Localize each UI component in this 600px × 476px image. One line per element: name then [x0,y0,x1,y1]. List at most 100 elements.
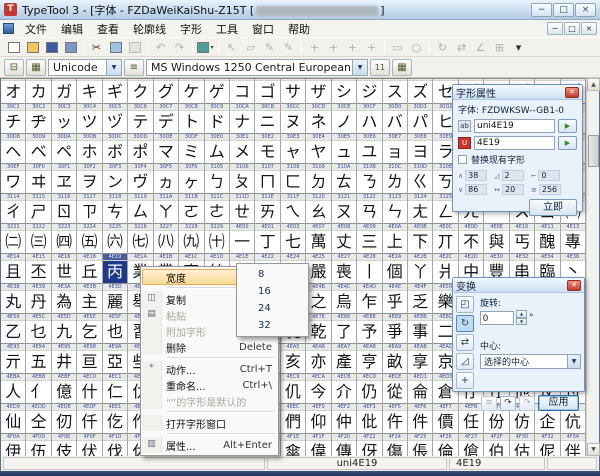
glyph-cell-3123[interactable]: 3123ㄣ [383,193,408,223]
glyph-cell-4EA5[interactable]: 4EA5亥 [281,343,306,373]
glyph-cell-4ECB[interactable]: 4ECB介 [332,373,357,403]
glyph-cell-30AD[interactable]: 30ADキ [77,78,102,103]
glyph-cell-4F30[interactable]: 4F30估 [510,433,535,456]
flip-tool-button[interactable]: ⇄ [452,39,471,56]
glyph-cell-30B0[interactable]: 30B0グ [154,78,179,103]
glyph-cell-4EA8[interactable]: 4EA8亨 [357,343,382,373]
menu-item-2[interactable]: 查看 [90,20,126,38]
glyph-cell-3227[interactable]: 3227㈧ [154,223,179,253]
glyph-cell-4EBA[interactable]: 4EBA人 [1,373,26,403]
glyph-cell-311C[interactable]: 311Cㄜ [205,193,230,223]
glyph-cell-4F34[interactable]: 4F34伴 [561,433,586,456]
glyph-cell-4EA9[interactable]: 4EA9畝 [383,343,408,373]
glyph-cell-3226[interactable]: 3226㈦ [128,223,153,253]
glyph-cell-4EC0[interactable]: 4EC0什 [77,373,102,403]
glyph-cell-4E28[interactable]: 4E28丨 [357,253,382,283]
glyph-cell-4E2B[interactable]: 4E2B丫 [408,253,433,283]
glyph-cell-4EF3[interactable]: 4EF3仳 [357,403,382,433]
glyph-cell-4EA6[interactable]: 4EA6亦 [306,343,331,373]
flip-tool-button[interactable]: ⇄ [456,334,474,351]
glyph-cell-4E03[interactable]: 4E03七 [281,223,306,253]
index-mode-button[interactable]: ≡ [124,59,144,76]
glyph-cell-4E0B[interactable]: 4E0B下 [408,223,433,253]
rectangle-tool-button[interactable]: ▭ [388,39,407,56]
glyph-cell-4F0F[interactable]: 4F0F伏 [77,433,102,456]
glyph-cell-30B6[interactable]: 30B6ザ [306,78,331,103]
move-tool-button[interactable]: + [456,372,474,389]
glyph-cell-30F4[interactable]: 30F4ヴ [128,163,153,193]
codepage-select[interactable]: MS Windows 1250 Central European ▼ [146,59,368,76]
glyph-cell-3222[interactable]: 3222㈢ [26,223,51,253]
edit-tool-button[interactable]: ↖ [222,39,241,56]
glyph-cell-4F27[interactable]: 4F27傖 [459,433,484,456]
apply-transform-button[interactable]: 应用 [538,395,579,411]
context-menu-item-delete[interactable]: 删除Delete [142,339,277,355]
glyph-cell-4EDF[interactable]: 4EDF仟 [77,403,102,433]
glyph-cell-30AF[interactable]: 30AFク [128,78,153,103]
glyph-cell-4E19[interactable]: 4E19丙 [103,253,128,283]
copy-button[interactable] [106,39,125,56]
glyph-cell-4E10[interactable]: 4E10丐 [510,223,535,253]
glyph-cell-4F26[interactable]: 4F26倫 [433,433,458,456]
replace-existing-checkbox[interactable] [458,155,467,164]
glyph-cell-30F6[interactable]: 30F6ヶ [179,163,204,193]
minimize-button[interactable]: − [531,3,552,17]
glyph-cell-3121[interactable]: 3121ㄡ [332,193,357,223]
close-button[interactable]: × [575,3,596,17]
glyph-cell-30DB[interactable]: 30DBホ [77,133,102,163]
glyph-cell-4E8B[interactable]: 4E8B事 [408,313,433,343]
add-curve-tool-button[interactable]: + [324,39,343,56]
glyph-cell-3114[interactable]: 3114ㄔ [1,193,26,223]
chevron-down-icon[interactable]: ▼ [106,60,121,75]
mdi-close-button[interactable]: × [581,22,597,35]
glyph-cell-30DA[interactable]: 30DAペ [52,133,77,163]
spinner-down-icon[interactable]: ▼ [516,318,527,326]
glyph-cell-30C2[interactable]: 30C2ヂ [26,103,51,133]
glyph-cell-4EC9[interactable]: 4EC9仉 [281,373,306,403]
glyph-cell-4F24[interactable]: 4F24傷 [383,433,408,456]
chevron-down-icon[interactable]: ▼ [352,60,367,75]
glyph-cell-4EF6[interactable]: 4EF6件 [408,403,433,433]
glyph-cell-30B5[interactable]: 30B5サ [281,78,306,103]
glyph-cell-30E0[interactable]: 30E0ム [205,133,230,163]
glyph-cell-3120[interactable]: 3120ㄠ [306,193,331,223]
glyph-cell-30AE[interactable]: 30AEギ [103,78,128,103]
add-tangent-tool-button[interactable]: + [343,39,362,56]
glyph-cell-4E95[interactable]: 4E95井 [52,343,77,373]
glyph-cell-4E98[interactable]: 4E98亘 [77,343,102,373]
scroll-up-button[interactable]: ▲ [587,78,600,91]
add-node-tool-button[interactable]: + [362,39,381,56]
generate-name-button[interactable]: ▶ [558,119,577,133]
glyph-cell-30C4[interactable]: 30C4ツ [77,103,102,133]
glyph-cell-4ED9[interactable]: 4ED9仙 [1,403,26,433]
glyph-cell-3108[interactable]: 3108ㄈ [281,163,306,193]
menu-item-7[interactable]: 帮助 [281,20,317,38]
glyph-cell-30E6[interactable]: 30E6ユ [357,133,382,163]
glyph-cell-4E25[interactable]: 4E25嚴 [306,253,331,283]
glyph-cell-4E16[interactable]: 4E16世 [52,253,77,283]
glyph-cell-30CD[interactable]: 30CDネ [306,103,331,133]
close-icon[interactable]: ✕ [567,280,581,291]
glyph-cell-4ED1[interactable]: 4ED1侖 [408,373,433,403]
glyph-cell-4F2F[interactable]: 4F2F伯 [484,433,509,456]
reset-transform-button[interactable]: ≡ [481,396,497,411]
glyph-cell-4EDE[interactable]: 4EDE仞 [52,403,77,433]
glyph-cell-4E4B[interactable]: 4E4B之 [306,283,331,313]
generate-unicode-button[interactable]: ▶ [558,136,577,150]
spinner-up-icon[interactable]: ▲ [516,310,527,318]
glyph-cell-4EF0[interactable]: 4EF0仰 [306,403,331,433]
mdi-restore-button[interactable]: □ [564,22,580,35]
glyph-cell-3228[interactable]: 3228㈨ [179,223,204,253]
menu-item-5[interactable]: 工具 [209,20,245,38]
glyph-cell-30CE[interactable]: 30CEノ [332,103,357,133]
glyph-cell-310C[interactable]: 310Cㄌ [383,163,408,193]
glyph-cell-30AC[interactable]: 30ACガ [52,78,77,103]
glyph-cell-30B8[interactable]: 30B8ジ [357,78,382,103]
glyph-cell-4F10[interactable]: 4F10伐 [103,433,128,456]
glyph-cell-3229[interactable]: 3229㈩ [205,223,230,253]
glyph-cell-3224[interactable]: 3224㈤ [77,223,102,253]
glyph-cell-3105[interactable]: 3105ㄅ [205,163,230,193]
glyph-cell-4E3D[interactable]: 4E3D麗 [103,283,128,313]
glyph-cell-30E1[interactable]: 30E1メ [230,133,255,163]
glyph-cell-4E5C[interactable]: 4E5C乜 [26,313,51,343]
